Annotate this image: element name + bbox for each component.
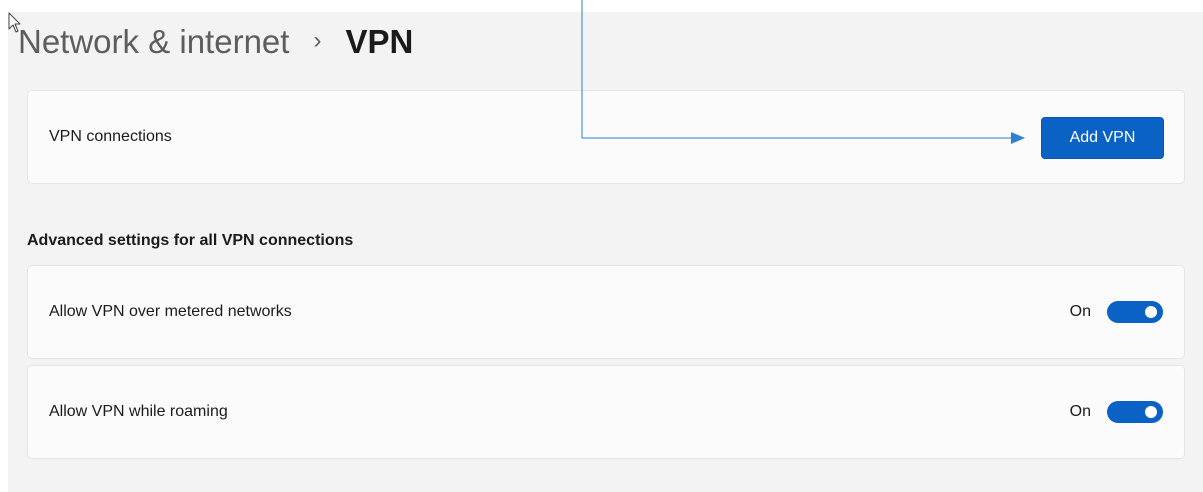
- arrow-pointer-icon: [581, 0, 1025, 144]
- mouse-cursor-icon: [8, 12, 21, 33]
